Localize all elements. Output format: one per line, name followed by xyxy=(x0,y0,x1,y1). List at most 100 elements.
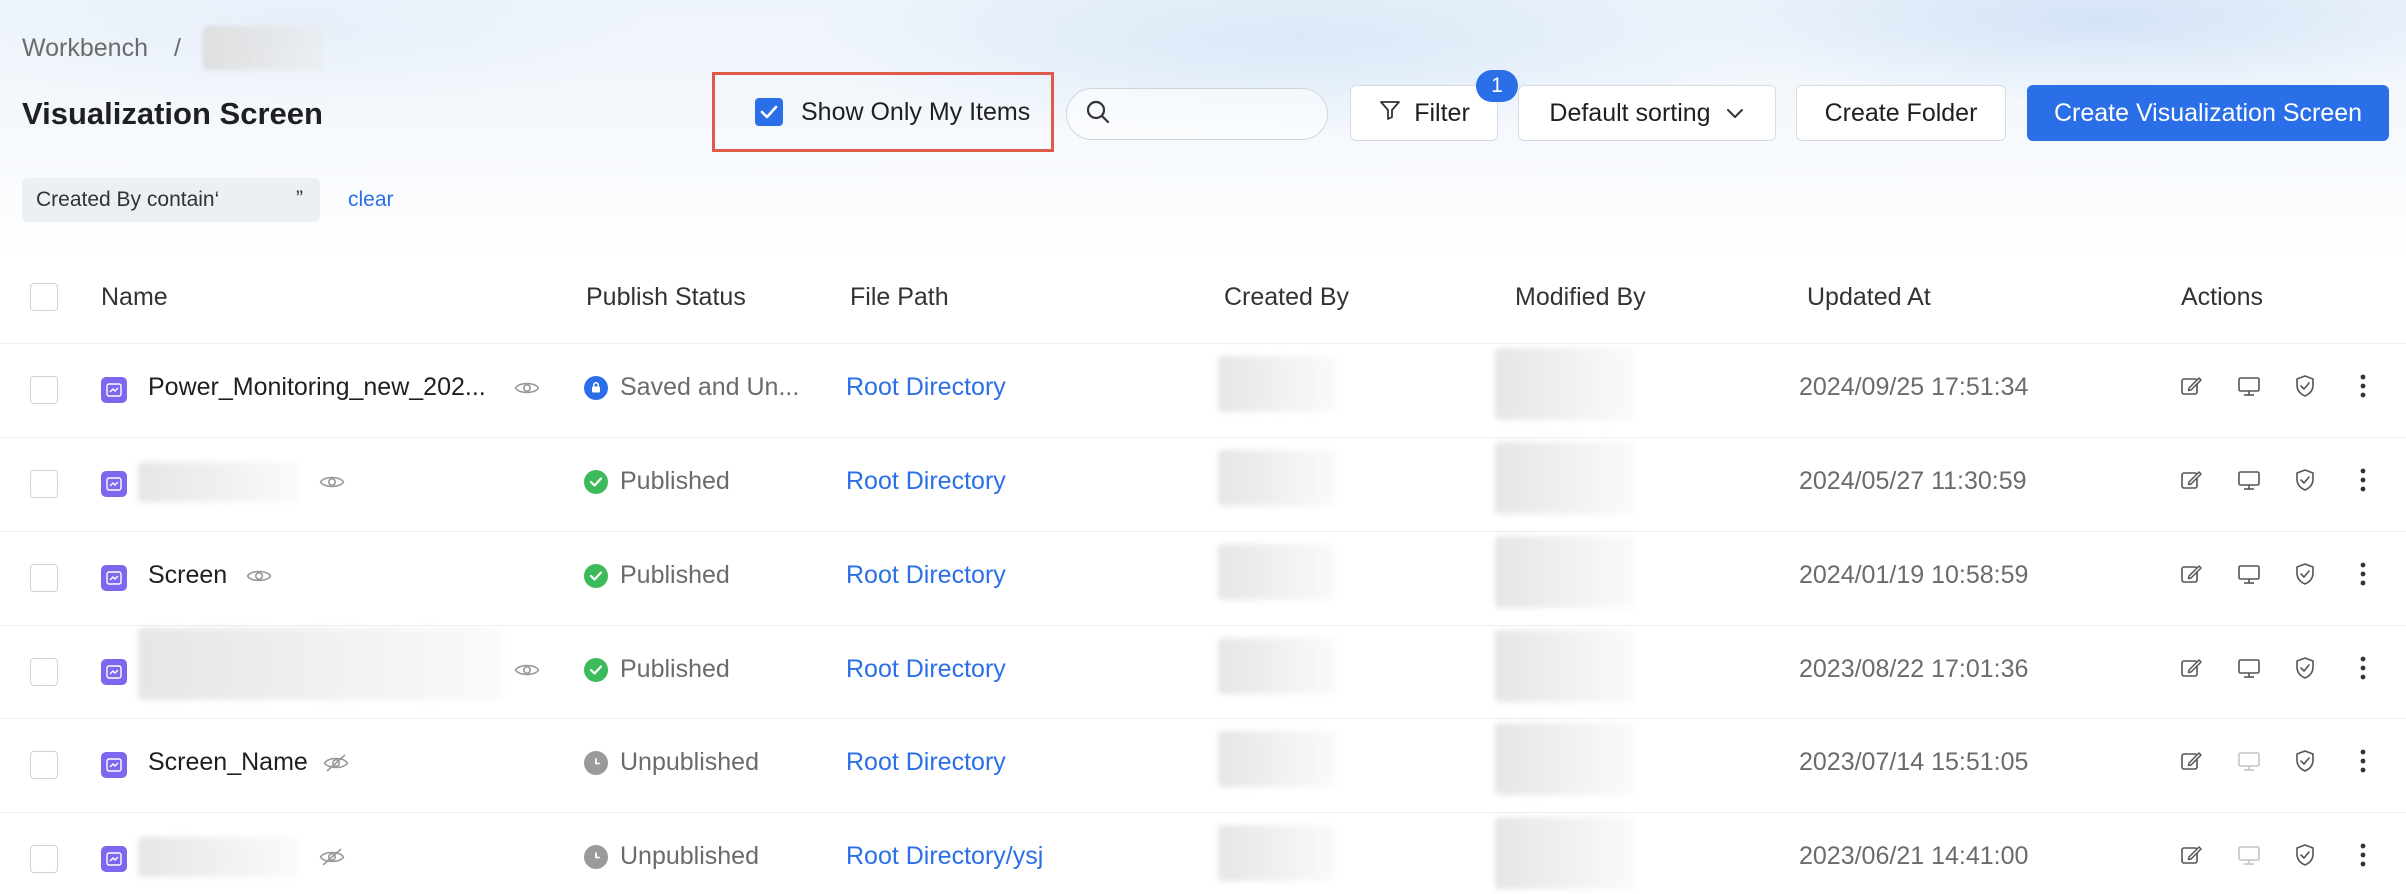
row-name[interactable]: Power_Monitoring_new_202... xyxy=(148,373,486,402)
row-name-redacted xyxy=(138,462,298,502)
eye-icon[interactable] xyxy=(513,656,541,684)
search-icon xyxy=(1085,99,1111,130)
edit-icon[interactable] xyxy=(2177,560,2205,588)
published-status-icon xyxy=(584,469,608,494)
row-file-path-link[interactable]: Root Directory xyxy=(846,655,1006,684)
eye-off-icon[interactable] xyxy=(318,843,346,871)
sort-dropdown[interactable]: Default sorting xyxy=(1518,85,1776,141)
show-only-my-items-toggle[interactable]: Show Only My Items xyxy=(712,72,1054,152)
unpublished-status-icon xyxy=(584,750,608,775)
select-all-checkbox[interactable] xyxy=(30,283,58,311)
visualization-file-icon xyxy=(101,565,127,591)
row-modified-by-redacted xyxy=(1495,442,1635,514)
filter-button[interactable]: Filter xyxy=(1350,85,1498,141)
row-modified-by-redacted xyxy=(1495,536,1635,608)
row-publish-status: Unpublished xyxy=(584,842,759,871)
edit-icon[interactable] xyxy=(2177,372,2205,400)
row-modified-by-redacted xyxy=(1495,817,1635,889)
shield-check-icon[interactable] xyxy=(2291,747,2319,775)
chevron-down-icon xyxy=(1725,99,1745,128)
row-file-path-link[interactable]: Root Directory xyxy=(846,467,1006,496)
column-header-publish-status: Publish Status xyxy=(586,283,746,311)
column-header-updated-at: Updated At xyxy=(1807,283,1931,311)
row-name[interactable]: Screen_Name xyxy=(148,748,308,777)
more-vertical-icon[interactable] xyxy=(2349,372,2377,400)
shield-check-icon[interactable] xyxy=(2291,841,2319,869)
row-created-by-redacted xyxy=(1218,450,1336,506)
row-checkbox[interactable] xyxy=(30,470,58,498)
row-publish-status: Saved and Un... xyxy=(584,373,799,402)
row-file-path-link[interactable]: Root Directory xyxy=(846,561,1006,590)
clear-filter-link[interactable]: clear xyxy=(348,188,394,212)
row-modified-by-redacted xyxy=(1495,630,1635,702)
visualization-file-icon xyxy=(101,377,127,403)
active-filter-chip: Created By contain‘ ” xyxy=(22,178,320,222)
row-created-by-redacted xyxy=(1218,544,1336,600)
breadcrumb-root[interactable]: Workbench xyxy=(22,34,148,63)
edit-icon[interactable] xyxy=(2177,654,2205,682)
shield-check-icon[interactable] xyxy=(2291,560,2319,588)
row-checkbox[interactable] xyxy=(30,564,58,592)
row-file-path-link[interactable]: Root Directory/ysj xyxy=(846,842,1043,871)
shield-check-icon[interactable] xyxy=(2291,372,2319,400)
shield-check-icon[interactable] xyxy=(2291,654,2319,682)
row-created-by-redacted xyxy=(1218,731,1336,787)
row-name-redacted xyxy=(138,628,503,700)
row-name-redacted xyxy=(138,837,298,877)
preview-monitor-icon[interactable] xyxy=(2235,654,2263,682)
shield-check-icon[interactable] xyxy=(2291,466,2319,494)
row-created-by-redacted xyxy=(1218,356,1336,412)
active-filter-close-quote: ” xyxy=(296,187,303,210)
row-modified-by-redacted xyxy=(1495,723,1635,795)
active-filter-label: Created By contain‘ xyxy=(36,188,220,211)
breadcrumb-separator: / xyxy=(174,33,181,62)
row-checkbox[interactable] xyxy=(30,751,58,779)
preview-monitor-icon xyxy=(2235,747,2263,775)
more-vertical-icon[interactable] xyxy=(2349,841,2377,869)
row-updated-at: 2024/09/25 17:51:34 xyxy=(1799,373,2029,401)
row-divider xyxy=(0,812,2406,813)
row-updated-at: 2023/08/22 17:01:36 xyxy=(1799,655,2029,683)
row-file-path-link[interactable]: Root Directory xyxy=(846,373,1006,402)
row-name[interactable]: Screen xyxy=(148,561,227,590)
create-folder-button[interactable]: Create Folder xyxy=(1796,85,2006,141)
page-title: Visualization Screen xyxy=(22,96,323,131)
eye-icon[interactable] xyxy=(318,468,346,496)
unpublished-status-icon xyxy=(584,844,608,869)
more-vertical-icon[interactable] xyxy=(2349,466,2377,494)
search-box[interactable] xyxy=(1066,88,1328,140)
column-header-name: Name xyxy=(101,283,168,311)
row-divider xyxy=(0,718,2406,719)
preview-monitor-icon[interactable] xyxy=(2235,466,2263,494)
search-input[interactable] xyxy=(1121,101,1321,127)
eye-icon[interactable] xyxy=(245,562,273,590)
row-updated-at: 2023/07/14 15:51:05 xyxy=(1799,748,2029,776)
saved-status-icon xyxy=(584,375,608,400)
row-publish-status-label: Published xyxy=(620,561,730,589)
more-vertical-icon[interactable] xyxy=(2349,654,2377,682)
checkbox-checked-icon[interactable] xyxy=(755,98,783,126)
preview-monitor-icon xyxy=(2235,841,2263,869)
more-vertical-icon[interactable] xyxy=(2349,747,2377,775)
eye-icon[interactable] xyxy=(513,374,541,402)
row-divider xyxy=(0,531,2406,532)
row-publish-status-label: Unpublished xyxy=(620,842,759,870)
row-file-path-link[interactable]: Root Directory xyxy=(846,748,1006,777)
funnel-icon xyxy=(1378,98,1402,129)
create-visualization-screen-button[interactable]: Create Visualization Screen xyxy=(2027,85,2389,141)
eye-off-icon[interactable] xyxy=(322,749,350,777)
preview-monitor-icon[interactable] xyxy=(2235,560,2263,588)
visualization-file-icon xyxy=(101,846,127,872)
row-checkbox[interactable] xyxy=(30,658,58,686)
more-vertical-icon[interactable] xyxy=(2349,560,2377,588)
row-publish-status-label: Saved and Un... xyxy=(620,373,800,401)
row-checkbox[interactable] xyxy=(30,376,58,404)
row-checkbox[interactable] xyxy=(30,845,58,873)
column-header-file-path: File Path xyxy=(850,283,949,311)
preview-monitor-icon[interactable] xyxy=(2235,372,2263,400)
row-publish-status-label: Published xyxy=(620,655,730,683)
edit-icon[interactable] xyxy=(2177,841,2205,869)
visualization-file-icon xyxy=(101,471,127,497)
edit-icon[interactable] xyxy=(2177,747,2205,775)
edit-icon[interactable] xyxy=(2177,466,2205,494)
